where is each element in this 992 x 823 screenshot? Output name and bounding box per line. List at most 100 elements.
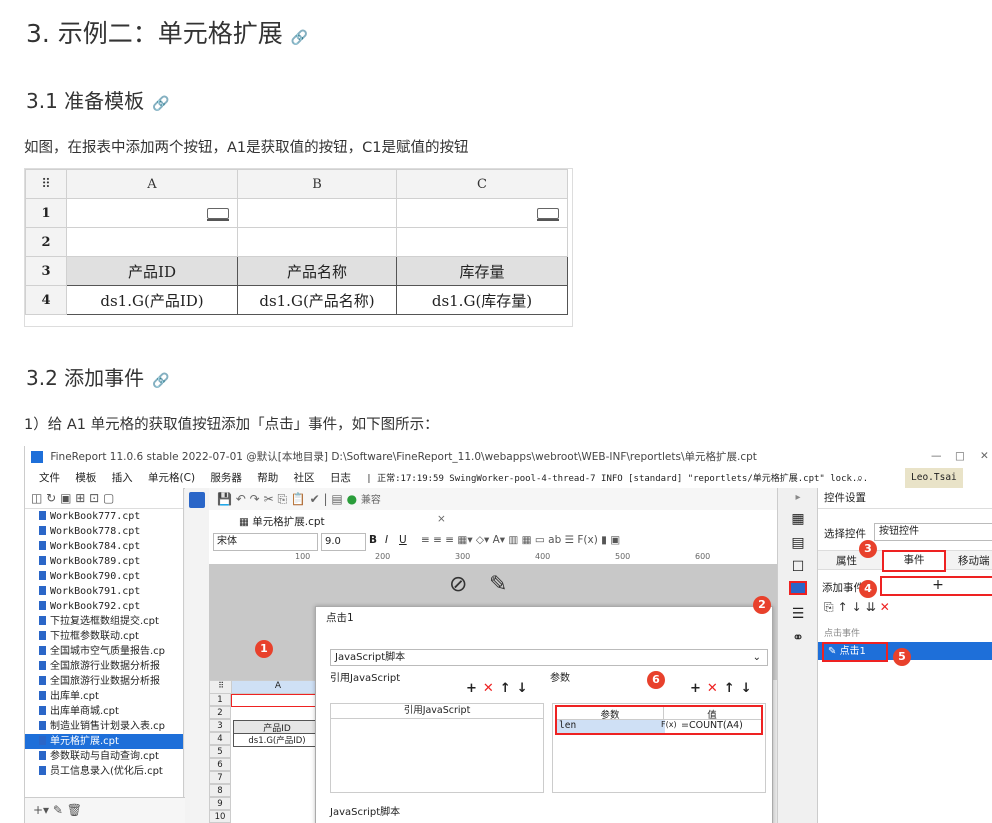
file-item[interactable]: 单元格扩展.cpt <box>25 734 183 749</box>
new-folder-icon[interactable]: ◫ <box>31 491 42 505</box>
file-item[interactable]: 出库单商城.cpt <box>25 704 183 719</box>
paste-icon[interactable]: 📋 <box>291 492 306 506</box>
add-icon[interactable]: +▾ <box>33 803 49 817</box>
font-size-select[interactable]: 9.0 <box>321 533 366 551</box>
align-icons[interactable]: ≡ ≡ ≡ ▦▾ ◇▾ A▾ ▥ ▦ ▭ ab ☰ F(x) ▮ ▣ <box>421 534 620 546</box>
file-item[interactable]: 全国旅游行业数据分析报 <box>25 674 183 689</box>
menu-file[interactable]: 文件 <box>39 468 60 488</box>
menu-template[interactable]: 模板 <box>75 468 96 488</box>
file-item[interactable]: 出库单.cpt <box>25 689 183 704</box>
file-item[interactable]: WorkBook790.cpt <box>25 569 183 584</box>
file-item[interactable]: 下拉复选框数组提交.cpt <box>25 614 183 629</box>
grid-row-number[interactable]: 1 <box>209 693 231 706</box>
grid-row-number[interactable]: 2 <box>209 706 231 719</box>
collapse-icon[interactable]: ▢ <box>103 491 114 505</box>
param-up-icon[interactable]: ↑ <box>724 681 741 696</box>
search-icon[interactable]: ⌕ <box>857 468 863 488</box>
trash-icon[interactable]: 🗑 <box>67 803 82 817</box>
event-type-select[interactable]: JavaScript脚本 ⌄ <box>330 649 768 666</box>
file-item[interactable]: 制造业销售计划录入表.cp <box>25 719 183 734</box>
close-button[interactable]: ✕ <box>980 450 989 462</box>
tab-events[interactable]: 事件 <box>882 550 946 572</box>
grid-row-number[interactable]: 6 <box>209 758 231 771</box>
bold-button[interactable]: B <box>369 534 377 546</box>
format-brush-icon[interactable]: ✔ <box>310 492 320 506</box>
add-ref-icon[interactable]: + <box>466 681 483 696</box>
grid-row-number[interactable]: 8 <box>209 784 231 797</box>
check-icon[interactable]: ● <box>347 492 357 506</box>
file-item[interactable]: 全国旅游行业数据分析报 <box>25 659 183 674</box>
compat-label[interactable]: 兼容 <box>361 495 381 506</box>
formula-fx-icon[interactable]: F(x) <box>661 720 677 729</box>
file-item[interactable]: WorkBook792.cpt <box>25 599 183 614</box>
menu-help[interactable]: 帮助 <box>257 468 278 488</box>
italic-button[interactable]: I <box>385 534 388 546</box>
tab-mobile[interactable]: 移动端 <box>958 553 990 568</box>
file-item[interactable]: 员工信息录入(优化后.cpt <box>25 764 183 779</box>
tab-close-icon[interactable]: × <box>437 513 446 525</box>
cut-icon[interactable]: ✂ <box>264 492 274 506</box>
param-name-cell[interactable]: len <box>557 720 665 733</box>
widget-settings-icon[interactable] <box>778 581 818 598</box>
user-name[interactable]: Leo.Tsai <box>905 468 963 488</box>
preview-icon[interactable]: ▤ <box>331 492 342 506</box>
param-value-cell[interactable]: =COUNT(A4) <box>681 720 743 731</box>
ref-up-icon[interactable]: ↑ <box>500 681 517 696</box>
add-param-icon[interactable]: + <box>690 681 707 696</box>
grid-row-number[interactable]: 10 <box>209 810 231 823</box>
font-family-select[interactable]: 宋体 <box>213 533 318 551</box>
designer-mode-icon[interactable] <box>189 492 205 508</box>
hide-eye-icon[interactable]: ⊘ <box>449 572 467 597</box>
file-item[interactable]: WorkBook791.cpt <box>25 584 183 599</box>
edit-icon[interactable]: ✎ <box>53 803 63 817</box>
grid-row-number[interactable]: 9 <box>209 797 231 810</box>
menu-insert[interactable]: 插入 <box>112 468 133 488</box>
file-item[interactable]: WorkBook778.cpt <box>25 524 183 539</box>
grid-row-number[interactable]: 7 <box>209 771 231 784</box>
redo-icon[interactable]: ↷ <box>250 492 260 506</box>
ref-down-icon[interactable]: ↓ <box>517 681 534 696</box>
file-item[interactable]: WorkBook784.cpt <box>25 539 183 554</box>
menu-log[interactable]: 日志 <box>330 468 351 488</box>
save-icon[interactable]: 💾 <box>217 492 232 506</box>
cell-attr-icon[interactable]: ▦ <box>778 511 818 527</box>
param-down-icon[interactable]: ↓ <box>741 681 758 696</box>
expand-arrow-icon[interactable]: ▸ <box>778 492 818 503</box>
widget-type-select[interactable]: 按钮控件 <box>874 523 992 541</box>
link-icon[interactable]: 🔗 <box>291 30 308 46</box>
refresh-icon[interactable]: ↻ <box>46 491 56 505</box>
grid-col-a[interactable]: A <box>231 680 325 694</box>
link-icon[interactable]: 🔗 <box>152 96 169 112</box>
template-tab[interactable]: ▦ 单元格扩展.cpt <box>239 514 325 529</box>
data-list-icon[interactable]: ☰ <box>778 606 818 622</box>
menu-server[interactable]: 服务器 <box>210 468 242 488</box>
move-down-icon[interactable]: ↓ <box>852 600 866 614</box>
delete-icon[interactable]: ⊡ <box>89 491 99 505</box>
file-item[interactable]: WorkBook789.cpt <box>25 554 183 569</box>
grid-row-number[interactable]: 3 <box>209 719 231 732</box>
remove-param-icon[interactable]: ✕ <box>707 681 724 696</box>
file-item[interactable]: WorkBook777.cpt <box>25 509 183 524</box>
copy-icon[interactable]: ⎘ <box>277 492 287 506</box>
tab-attributes[interactable]: 属性 <box>836 553 857 568</box>
condition-icon[interactable]: ▤ <box>778 535 818 551</box>
cell-a1-highlight[interactable] <box>231 694 321 707</box>
undo-icon[interactable]: ↶ <box>236 492 246 506</box>
frame-icon[interactable]: ☐ <box>778 559 818 575</box>
file-item[interactable]: 下拉框参数联动.cpt <box>25 629 183 644</box>
remove-ref-icon[interactable]: ✕ <box>483 681 500 696</box>
edit-pencil-icon[interactable]: ✎ <box>489 572 507 597</box>
link-icon[interactable]: 🔗 <box>152 373 169 389</box>
move-bottom-icon[interactable]: ⇊ <box>866 600 880 614</box>
minimize-button[interactable]: — <box>931 450 942 462</box>
underline-button[interactable]: U <box>399 534 407 546</box>
hyperlink-icon[interactable]: ⚭ <box>778 630 818 646</box>
grid-row-number[interactable]: 4 <box>209 732 231 745</box>
grid-row-number[interactable]: 5 <box>209 745 231 758</box>
open-icon[interactable]: ▣ <box>60 491 71 505</box>
file-item[interactable]: 全国城市空气质量报告.cp <box>25 644 183 659</box>
file-item[interactable]: 参数联动与自动查询.cpt <box>25 749 183 764</box>
add-event-button[interactable]: + <box>880 576 992 596</box>
locate-icon[interactable]: ⊞ <box>75 491 85 505</box>
menu-cell[interactable]: 单元格(C) <box>148 468 195 488</box>
